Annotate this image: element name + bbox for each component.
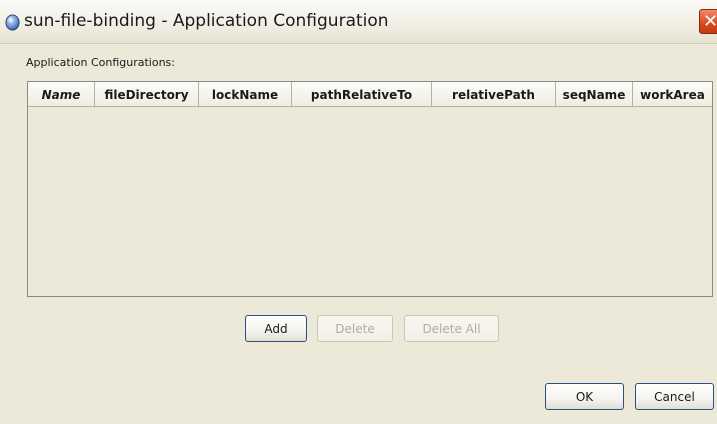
- column-header-seqname[interactable]: seqName: [556, 82, 633, 107]
- close-button[interactable]: ✕: [699, 9, 717, 34]
- table-header: Name fileDirectory lockName pathRelative…: [28, 82, 712, 107]
- section-label: Application Configurations:: [26, 56, 175, 69]
- column-header-pathrelativeto[interactable]: pathRelativeTo: [292, 82, 432, 107]
- ok-button[interactable]: OK: [545, 383, 624, 410]
- column-header-relativepath[interactable]: relativePath: [432, 82, 556, 107]
- cancel-button[interactable]: Cancel: [635, 383, 714, 410]
- configurations-table[interactable]: Name fileDirectory lockName pathRelative…: [27, 81, 713, 297]
- delete-button[interactable]: Delete: [317, 315, 393, 342]
- window-title: sun-file-binding - Application Configura…: [24, 11, 389, 31]
- close-icon: ✕: [703, 11, 717, 32]
- column-header-filedirectory[interactable]: fileDirectory: [95, 82, 199, 107]
- column-header-name[interactable]: Name: [28, 82, 95, 107]
- column-header-lockname[interactable]: lockName: [199, 82, 292, 107]
- application-configuration-dialog: sun-file-binding - Application Configura…: [0, 0, 717, 424]
- add-button[interactable]: Add: [245, 315, 307, 342]
- sphere-icon: [5, 14, 20, 31]
- delete-all-button[interactable]: Delete All: [404, 315, 499, 342]
- title-bar[interactable]: sun-file-binding - Application Configura…: [0, 0, 717, 44]
- column-header-workarea[interactable]: workArea: [633, 82, 712, 107]
